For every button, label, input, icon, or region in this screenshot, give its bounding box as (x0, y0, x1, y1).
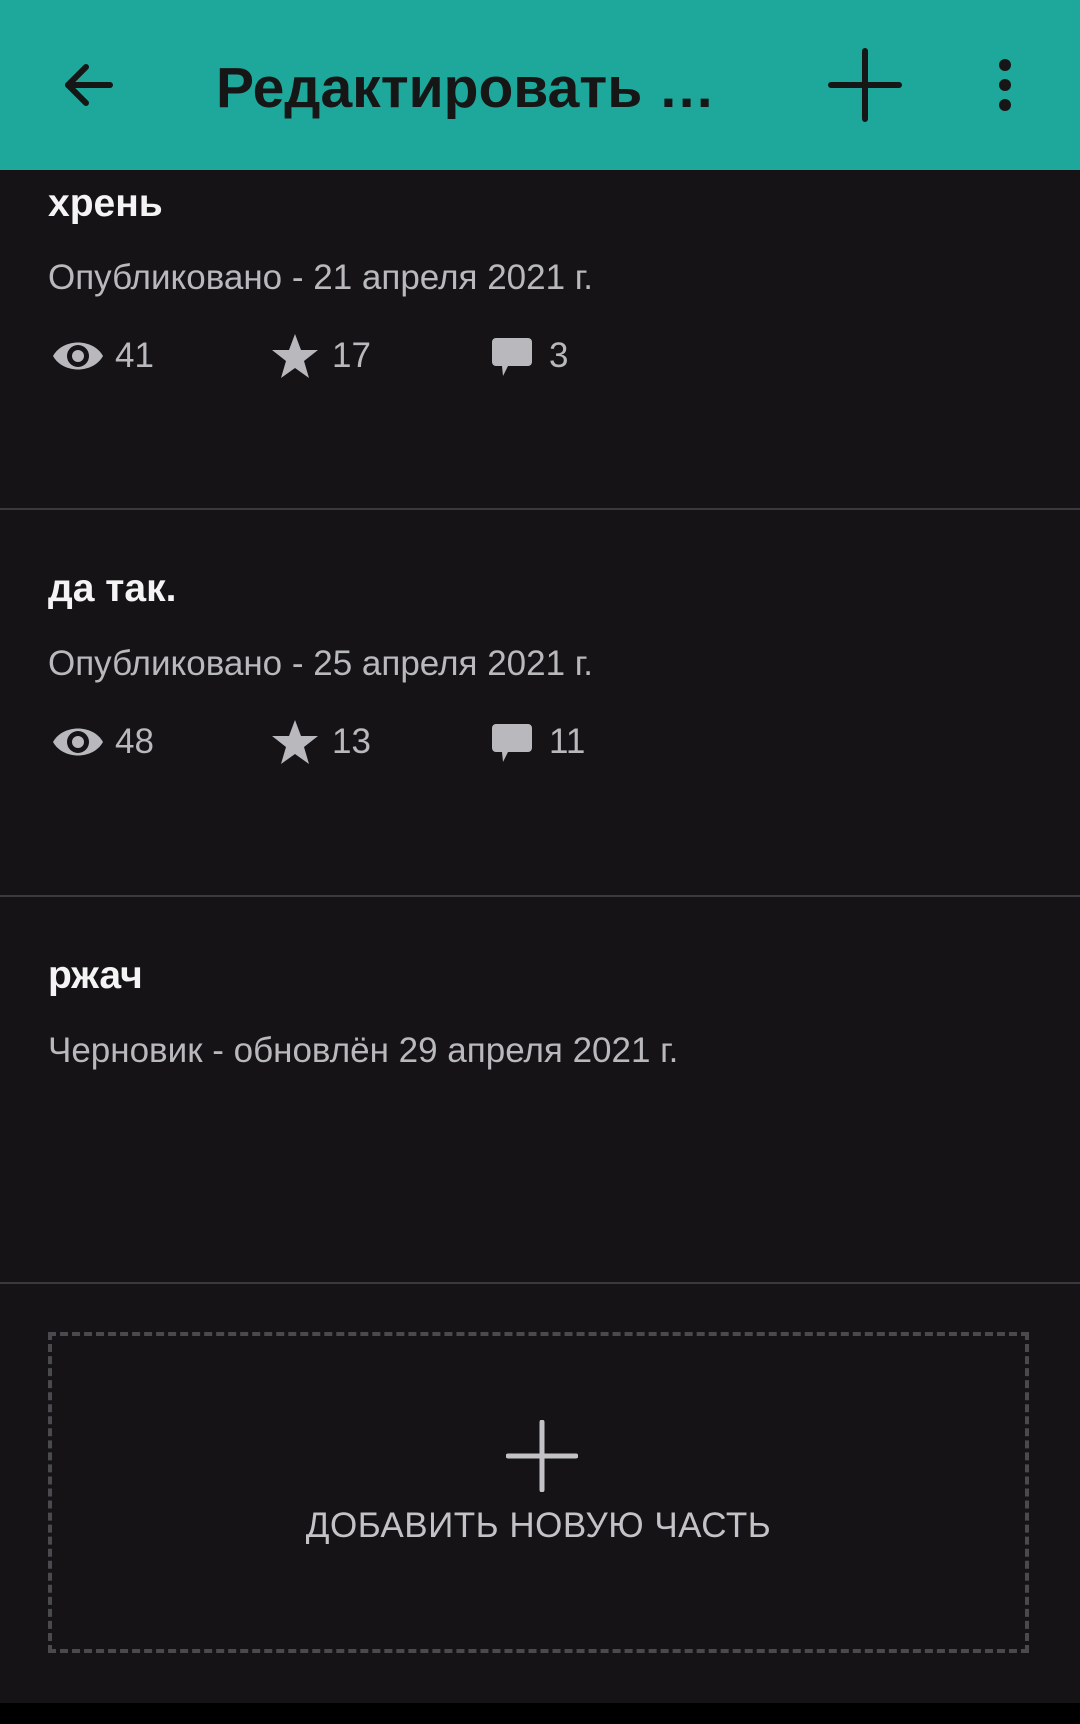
part-list-item[interactable]: да так. Опубликовано - 25 апреля 2021 г.… (0, 510, 1080, 897)
add-button[interactable] (820, 45, 910, 125)
votes-count: 13 (332, 722, 371, 761)
plus-icon (828, 48, 902, 122)
views-count: 48 (115, 722, 154, 761)
comments-count: 11 (549, 722, 586, 761)
more-options-button[interactable] (970, 45, 1040, 125)
part-title: ржач (48, 954, 143, 997)
part-status: Черновик - обновлён 29 апреля 2021 г. (48, 1031, 679, 1070)
plus-icon (506, 1420, 578, 1492)
votes-stat: 17 (267, 326, 371, 386)
comment-icon (484, 714, 540, 770)
part-title: да так. (48, 567, 177, 610)
part-title: хрень (48, 182, 163, 225)
star-icon (267, 714, 323, 770)
part-status: Опубликовано - 25 апреля 2021 г. (48, 644, 593, 683)
arrow-left-icon (65, 64, 113, 106)
comments-stat: 3 (484, 326, 568, 386)
eye-icon (50, 328, 106, 384)
app-bar: Редактировать и… (0, 0, 1080, 170)
views-stat: 48 (50, 712, 154, 772)
comments-stat: 11 (484, 712, 585, 772)
star-icon (267, 328, 323, 384)
back-button[interactable] (48, 45, 128, 125)
comment-icon (484, 328, 540, 384)
eye-icon (50, 714, 106, 770)
screen: Редактировать и… хрень Опубликовано - 21… (0, 0, 1080, 1703)
views-count: 41 (115, 336, 154, 375)
add-new-part-label: ДОБАВИТЬ НОВУЮ ЧАСТЬ (305, 1506, 772, 1545)
part-list-item[interactable]: ржач Черновик - обновлён 29 апреля 2021 … (0, 897, 1080, 1284)
votes-count: 17 (332, 336, 371, 375)
part-list-item[interactable]: хрень Опубликовано - 21 апреля 2021 г. 4… (0, 182, 1080, 510)
votes-stat: 13 (267, 712, 371, 772)
comments-count: 3 (549, 336, 569, 375)
more-vertical-icon (999, 59, 1011, 111)
add-new-part-button[interactable]: ДОБАВИТЬ НОВУЮ ЧАСТЬ (48, 1332, 1029, 1653)
page-title: Редактировать и… (216, 56, 746, 120)
part-status: Опубликовано - 21 апреля 2021 г. (48, 258, 593, 297)
views-stat: 41 (50, 326, 154, 386)
